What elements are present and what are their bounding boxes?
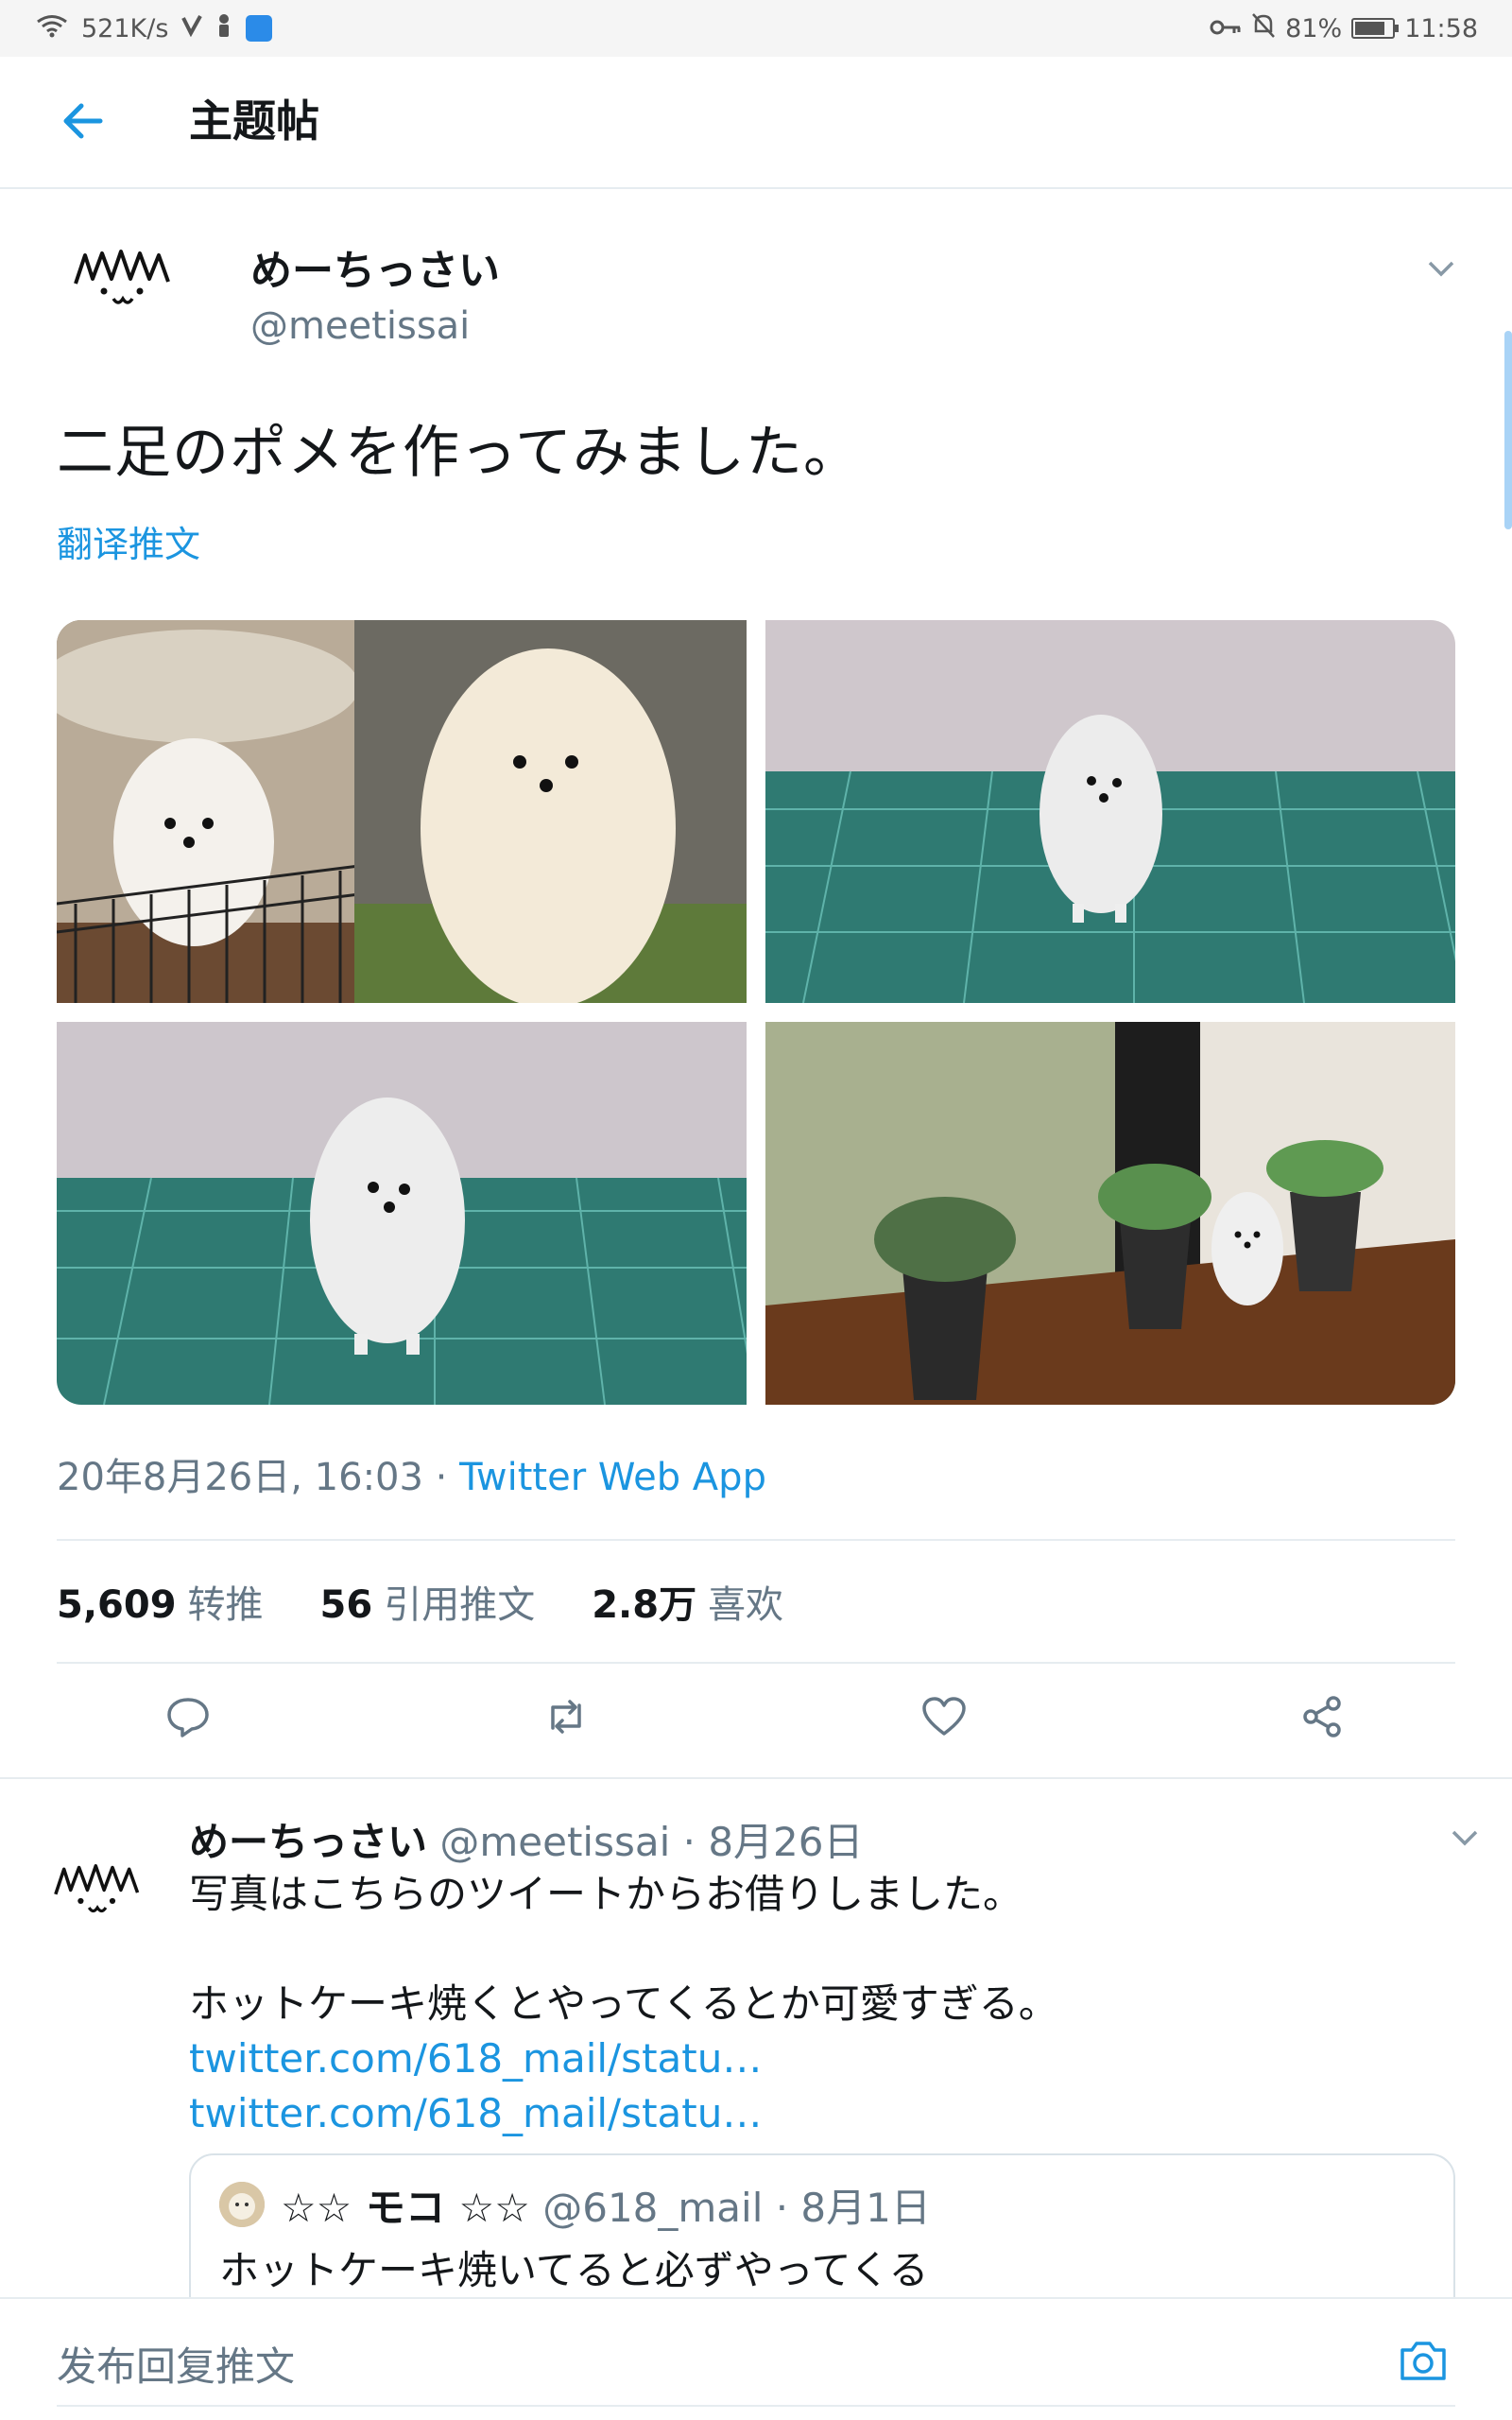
author-handle[interactable]: @meetissai xyxy=(250,304,470,348)
reply-icon[interactable] xyxy=(163,1692,213,1741)
chevron-down-icon[interactable] xyxy=(1422,255,1460,284)
back-arrow-icon[interactable] xyxy=(59,95,112,147)
divider xyxy=(57,1539,1455,1541)
reply-date: · 8月26日 xyxy=(670,1819,864,1865)
clock: 11:58 xyxy=(1404,13,1478,43)
quoted-text: ホットケーキ焼いてると必ずやってくる xyxy=(219,2247,929,2293)
photo-figure-with-plants[interactable] xyxy=(765,1022,1455,1405)
author-name[interactable]: めーちっさい xyxy=(250,236,500,297)
retweet-count[interactable]: 5,609 转推 xyxy=(57,1574,264,1629)
reply-text: 写真はこちらのツイートからお借りしました。 ホットケーキ焼くとやってくるとか可愛… xyxy=(189,1867,1455,2141)
battery-percent: 81% xyxy=(1285,13,1343,43)
wifi-icon xyxy=(36,13,68,44)
photo-pomeranian-real[interactable] xyxy=(57,620,747,1003)
app-notification-icon xyxy=(246,15,273,42)
battery-icon xyxy=(1351,18,1400,39)
reply-compose-bar: 发布回复推文 xyxy=(0,2297,1512,2420)
media-grid xyxy=(57,620,1455,1405)
reply-link[interactable]: twitter.com/618_mail/statu… xyxy=(189,2031,1455,2086)
reply-line: ホットケーキ焼くとやってくるとか可愛すぎる。 xyxy=(189,1980,1058,2027)
share-icon[interactable] xyxy=(1297,1692,1347,1741)
reply-header: めーちっさい @meetissai · 8月26日 xyxy=(189,1810,864,1868)
quoted-date: · 8月1日 xyxy=(763,2185,931,2231)
signal-check-icon xyxy=(181,14,203,43)
translate-link[interactable]: 翻译推文 xyxy=(57,515,200,567)
network-speed: 521K/s xyxy=(81,13,169,43)
quoted-header: ☆☆ モコ ☆☆ @618_mail · 8月1日 xyxy=(281,2176,931,2234)
page-title: 主题帖 xyxy=(189,95,319,147)
quoted-author-name: ☆☆ モコ ☆☆ xyxy=(281,2185,530,2231)
status-bar: 521K/s 81% 11:58 xyxy=(0,0,1512,57)
quoted-author-handle: @618_mail xyxy=(542,2185,764,2231)
avatar[interactable] xyxy=(47,1843,156,1928)
top-app-bar: 主题帖 xyxy=(0,57,1512,189)
divider xyxy=(57,2405,1455,2407)
retweet-icon[interactable] xyxy=(541,1692,591,1741)
reply-link[interactable]: twitter.com/618_mail/statu… xyxy=(189,2086,1455,2141)
scrollbar[interactable] xyxy=(1504,331,1512,529)
divider xyxy=(0,1777,1512,1779)
quote-count[interactable]: 56 引用推文 xyxy=(320,1574,536,1629)
reply-input[interactable]: 发布回复推文 xyxy=(57,2335,295,2393)
tweet-stats: 5,609 转推 56 引用推文 2.8万 喜欢 xyxy=(57,1574,783,1629)
avatar xyxy=(219,2182,265,2227)
metadata-separator: · xyxy=(422,1456,460,1499)
tweet-actions xyxy=(0,1692,1512,1749)
key-icon xyxy=(1210,14,1242,43)
photo-figure-front[interactable] xyxy=(765,620,1455,1003)
tweet-text: 二足のポメを作ってみました。 xyxy=(57,420,861,486)
tweet-timestamp: 20年8月26日, 16:03 xyxy=(57,1456,423,1499)
tweet-source-link[interactable]: Twitter Web App xyxy=(459,1456,766,1499)
mute-bell-icon xyxy=(1251,12,1276,45)
reply-author-name[interactable]: めーちっさい xyxy=(189,1819,427,1865)
camera-icon[interactable] xyxy=(1397,2337,1450,2384)
person-icon xyxy=(215,13,232,44)
reply-author-handle[interactable]: @meetissai xyxy=(439,1819,670,1865)
tweet-metadata: 20年8月26日, 16:03 · Twitter Web App xyxy=(57,1446,766,1501)
like-heart-icon[interactable] xyxy=(919,1692,969,1741)
like-count[interactable]: 2.8万 喜欢 xyxy=(592,1574,783,1629)
reply-line: 写真はこちらのツイートからお借りしました。 xyxy=(189,1871,1023,1917)
photo-figure-closeup[interactable] xyxy=(57,1022,747,1405)
chevron-down-icon[interactable] xyxy=(1446,1824,1484,1853)
divider xyxy=(57,1662,1455,1664)
avatar[interactable] xyxy=(66,227,189,321)
